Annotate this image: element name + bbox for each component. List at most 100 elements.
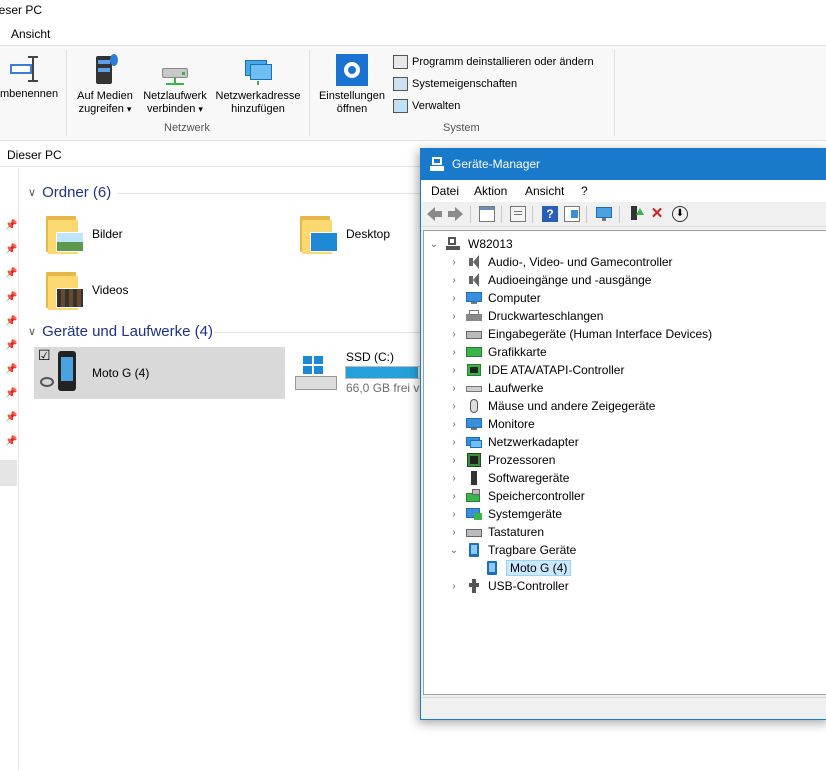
portable-device-icon [484, 561, 500, 575]
device-manager-titlebar[interactable]: Geräte-Manager [421, 149, 826, 180]
tree-category[interactable]: › Laufwerke [448, 379, 543, 397]
usb-icon [466, 579, 482, 593]
expand-icon[interactable]: › [448, 419, 460, 430]
folders-section-header[interactable]: ∨ Ordner (6) [28, 184, 111, 201]
navigation-pane: 📌 📌 📌 📌 📌 📌 📌 📌 📌 📌 [0, 168, 19, 771]
ribbon-separator [614, 50, 615, 136]
tree-category[interactable]: › Grafikkarte [448, 343, 546, 361]
manage-button[interactable]: Verwalten [393, 99, 460, 113]
tree-category[interactable]: › Softwaregeräte [448, 469, 569, 487]
expand-icon[interactable]: › [448, 437, 460, 448]
access-media-button[interactable]: Auf Medien zugreifen ▾ [72, 54, 138, 116]
nav-selected-item[interactable] [0, 460, 17, 486]
expand-icon[interactable]: › [448, 509, 460, 520]
tree-category[interactable]: › Audio-, Video- und Gamecontroller [448, 253, 673, 271]
uninstall-device-icon[interactable]: ✕ [649, 206, 665, 222]
tree-category[interactable]: › Netzwerkadapter [448, 433, 578, 451]
help-icon[interactable]: ? [542, 206, 558, 222]
menu-aktion[interactable]: Aktion [474, 184, 507, 198]
pin-icon[interactable]: 📌 [5, 268, 17, 279]
tree-category[interactable]: › Systemgeräte [448, 505, 562, 523]
system-properties-button[interactable]: Systemeigenschaften [393, 77, 517, 91]
map-network-drive-button[interactable]: Netzlaufwerk verbinden ▾ [139, 54, 211, 116]
portable-device-icon [466, 543, 482, 557]
add-network-location-button[interactable]: Netzwerkadresse hinzufügen [212, 54, 304, 116]
uninstall-program-button[interactable]: Programm deinstallieren oder ändern [393, 55, 594, 69]
properties-icon[interactable] [510, 206, 526, 222]
rename-button[interactable]: mbenennen [0, 54, 60, 101]
speaker-icon [466, 273, 482, 287]
pin-icon[interactable]: 📌 [5, 316, 17, 327]
tree-category[interactable]: › Prozessoren [448, 451, 555, 469]
tree-category-label: Audio-, Video- und Gamecontroller [488, 255, 673, 269]
tree-category[interactable]: › Eingabegeräte (Human Interface Devices) [448, 325, 712, 343]
map-network-drive-dropdown-icon: ▾ [198, 104, 203, 114]
tree-category[interactable]: › IDE ATA/ATAPI-Controller [448, 361, 624, 379]
network-location-icon [243, 54, 273, 86]
tree-category[interactable]: › Computer [448, 289, 540, 307]
expand-icon[interactable]: › [448, 257, 460, 268]
pin-icon[interactable]: 📌 [5, 412, 17, 423]
tree-category[interactable]: › Speichercontroller [448, 487, 585, 505]
menu-ansicht[interactable]: Ansicht [525, 184, 564, 198]
open-settings-button[interactable]: Einstellungen öffnen [313, 54, 391, 116]
show-hidden-icon[interactable] [564, 206, 580, 222]
expand-icon[interactable]: › [448, 527, 460, 538]
expand-icon[interactable]: › [448, 491, 460, 502]
expand-icon[interactable]: › [448, 365, 460, 376]
ribbon-group-network: Netzwerk [164, 122, 210, 134]
access-media-dropdown-icon: ▾ [126, 104, 132, 114]
tree-device-moto-g[interactable]: Moto G (4) [484, 559, 572, 577]
collapse-icon[interactable]: ⌄ [428, 239, 440, 250]
tree-category[interactable]: › Audioeingänge und -ausgänge [448, 271, 651, 289]
update-driver-icon[interactable] [627, 206, 644, 222]
properties-window-icon[interactable] [479, 206, 495, 222]
expand-icon[interactable]: › [448, 347, 460, 358]
tree-category[interactable]: ⌄ Tragbare Geräte [448, 541, 576, 559]
keyboard-icon [466, 327, 482, 341]
menu-help[interactable]: ? [581, 184, 588, 198]
pin-icon[interactable]: 📌 [5, 220, 17, 231]
menu-datei[interactable]: Datei [431, 184, 459, 198]
tree-category[interactable]: › Tastaturen [448, 523, 544, 541]
folder-pictures-icon [46, 212, 88, 254]
cpu-icon [466, 453, 482, 467]
expand-icon[interactable]: › [448, 401, 460, 412]
manage-icon [393, 99, 408, 113]
forward-arrow-icon[interactable] [448, 206, 464, 222]
tree-root[interactable]: ⌄ W82013 [428, 235, 513, 253]
computer-root-icon [446, 237, 462, 251]
expand-icon[interactable]: › [448, 455, 460, 466]
collapse-icon[interactable]: ⌄ [448, 545, 460, 556]
pin-icon[interactable]: 📌 [5, 340, 17, 351]
pin-icon[interactable]: 📌 [5, 364, 17, 375]
pin-icon[interactable]: 📌 [5, 436, 17, 447]
checkbox-checked-icon[interactable]: ☑ [38, 347, 51, 364]
back-arrow-icon[interactable] [427, 206, 443, 222]
expand-icon[interactable]: › [448, 473, 460, 484]
ide-icon [466, 363, 482, 377]
windows-drive-icon [295, 356, 339, 392]
tree-category-usb[interactable]: › USB-Controller [448, 577, 569, 595]
expand-icon[interactable]: › [448, 275, 460, 286]
expand-icon[interactable]: › [448, 311, 460, 322]
expand-icon[interactable]: › [448, 383, 460, 394]
pin-icon[interactable]: 📌 [5, 388, 17, 399]
scan-hardware-icon[interactable] [595, 206, 613, 222]
section-divider [118, 193, 420, 194]
devices-section-header[interactable]: ∨ Geräte und Laufwerke (4) [28, 323, 213, 340]
device-tile-moto-g[interactable]: ☑ Moto G (4) [34, 347, 285, 399]
device-manager-statusbar [423, 697, 826, 719]
expand-icon[interactable]: › [448, 329, 460, 340]
expand-icon[interactable]: › [448, 293, 460, 304]
access-media-label-1: Auf Medien [77, 90, 133, 102]
pin-icon[interactable]: 📌 [5, 292, 17, 303]
tree-category[interactable]: › Monitore [448, 415, 534, 433]
ribbon-tab-ansicht[interactable]: Ansicht [11, 27, 50, 41]
pin-icon[interactable]: 📌 [5, 244, 17, 255]
disable-device-icon[interactable]: ⬇ [672, 206, 688, 222]
tree-category[interactable]: › Druckwarteschlangen [448, 307, 603, 325]
expand-icon[interactable]: › [448, 581, 460, 592]
drive-usage-bar [345, 366, 423, 379]
tree-category[interactable]: › Mäuse und andere Zeigegeräte [448, 397, 655, 415]
